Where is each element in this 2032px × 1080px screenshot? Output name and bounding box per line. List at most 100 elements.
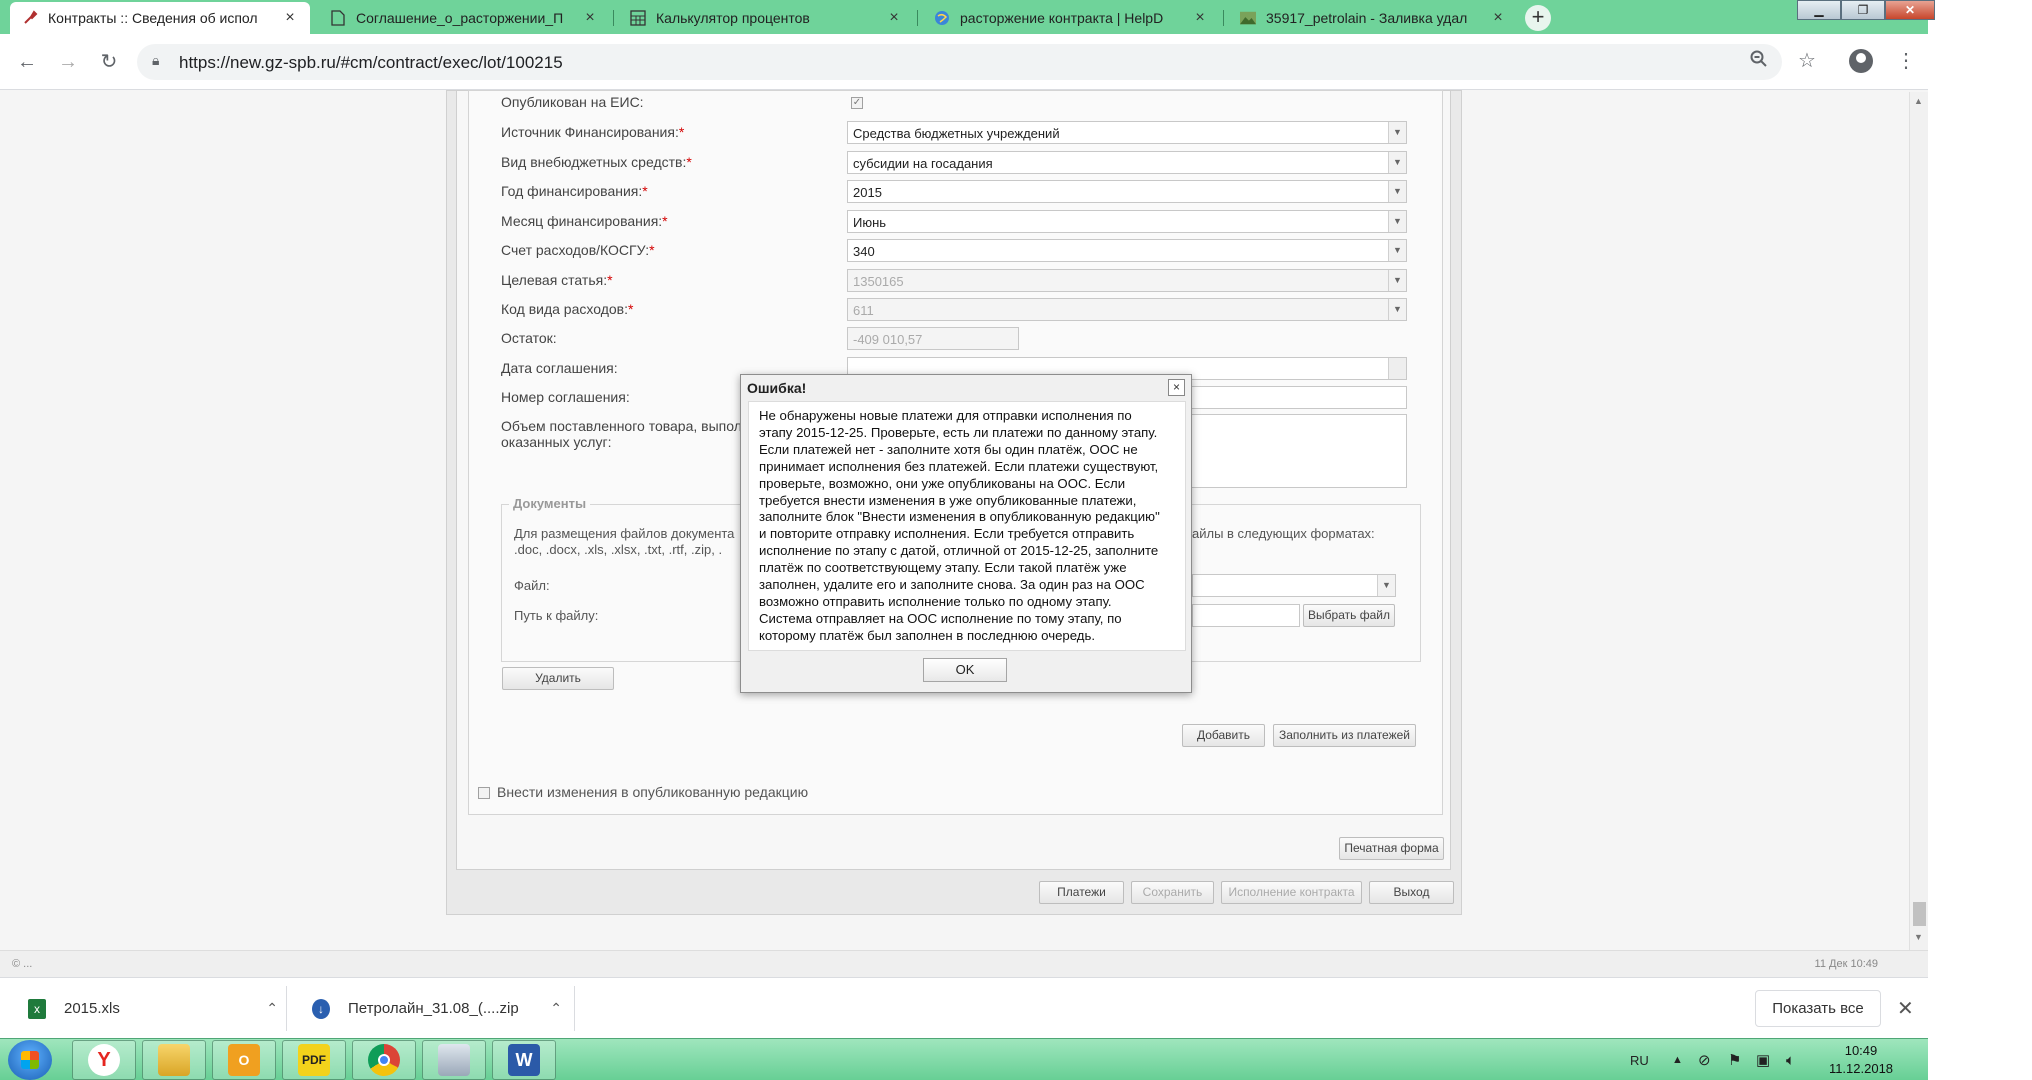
volume-icon[interactable]: 🔈︎	[1786, 1039, 1795, 1080]
chevron-up-icon[interactable]: ⌃	[266, 1000, 278, 1017]
message-line: исполнение по этапу с датой, отличной от…	[759, 543, 1159, 559]
document-icon	[330, 10, 346, 26]
print-form-button[interactable]: Печатная форма	[1339, 837, 1444, 860]
payments-button[interactable]: Платежи	[1039, 881, 1124, 904]
close-icon[interactable]: ×	[886, 9, 902, 27]
docs-help-text: Для размещения файлов документа	[514, 526, 735, 541]
message-line: платёж по соответствующему этапу. Если т…	[759, 560, 1127, 576]
start-button[interactable]	[8, 1040, 52, 1080]
tab-separator	[1223, 10, 1224, 26]
back-button[interactable]: ←	[13, 48, 41, 76]
yandex-browser-icon: Y	[88, 1044, 120, 1076]
funding-year-label: Год финансирования:*	[501, 183, 648, 199]
add-button[interactable]: Добавить	[1182, 724, 1265, 747]
extrabudget-type-select[interactable]: субсидии на госадания ▼	[847, 151, 1407, 174]
tab-helpdesk[interactable]: расторжение контракта | HelpD ×	[922, 2, 1220, 34]
funding-source-select[interactable]: Средства бюджетных учреждений ▼	[847, 121, 1407, 144]
chevron-up-icon[interactable]: ⌃	[550, 1000, 562, 1017]
url-text: https://new.gz-spb.ru/#cm/contract/exec/…	[179, 53, 563, 72]
account-avatar-icon[interactable]	[1849, 49, 1873, 73]
taskbar-clock[interactable]: 10:49 11.12.2018	[1824, 1042, 1898, 1078]
taskbar-app-outlook[interactable]: O	[212, 1040, 276, 1080]
tab-calculator[interactable]: Калькулятор процентов ×	[618, 2, 914, 34]
network-off-icon[interactable]: ⊘	[1698, 1039, 1711, 1080]
chevron-down-icon[interactable]: ▼	[1377, 575, 1395, 596]
download-name: 2015.xls	[64, 1000, 120, 1017]
published-checkbox: ✓	[851, 97, 863, 109]
documents-legend: Документы	[509, 496, 591, 511]
address-bar[interactable]: 🔒︎ https://new.gz-spb.ru/#cm/contract/ex…	[137, 44, 1782, 80]
taskbar-app-pdf[interactable]: PDF	[282, 1040, 346, 1080]
download-item-xls[interactable]: x 2015.xls ⌃	[28, 978, 278, 1039]
chevron-down-icon[interactable]: ▼	[1388, 211, 1406, 232]
chevron-down-icon[interactable]: ▼	[1388, 122, 1406, 143]
file-path-field[interactable]	[1192, 604, 1300, 627]
tab-contracts[interactable]: Контракты :: Сведения об испол ×	[10, 2, 310, 34]
message-line: и повторите отправку исполнения. Если тр…	[759, 526, 1135, 542]
funding-year-select[interactable]: 2015 ▼	[847, 180, 1407, 203]
close-icon[interactable]: ×	[1192, 9, 1208, 27]
maximize-button[interactable]: ❐	[1841, 0, 1885, 20]
path-label: Путь к файлу:	[514, 608, 599, 623]
choose-file-button[interactable]: Выбрать файл	[1303, 604, 1395, 627]
tab-petrolain[interactable]: 35917_petrolain - Заливка удал ×	[1228, 2, 1518, 34]
expense-account-select[interactable]: 340 ▼	[847, 239, 1407, 262]
taskbar-app-chrome[interactable]	[352, 1040, 416, 1080]
chevron-down-icon[interactable]: ▼	[1388, 181, 1406, 202]
taskbar-app-calculator[interactable]	[422, 1040, 486, 1080]
network-icon[interactable]: ▣	[1756, 1039, 1770, 1080]
excel-file-icon: x	[28, 998, 46, 1019]
dialog-message: Не обнаружены новые платежи для отправки…	[748, 401, 1186, 651]
scroll-up-icon[interactable]: ▲	[1914, 96, 1923, 106]
file-type-select[interactable]: ▼	[1192, 574, 1396, 597]
message-line: требуется внести изменения в уже опублик…	[759, 492, 1137, 508]
message-line: принимает исполнения без платежей. Если …	[759, 458, 1159, 474]
chevron-down-icon: ▼	[1388, 299, 1406, 320]
taskbar-app-word[interactable]: W	[492, 1040, 556, 1080]
minimize-button[interactable]: ▁	[1797, 0, 1841, 20]
expense-code-label: Код вида расходов:*	[501, 301, 634, 317]
new-tab-button[interactable]: +	[1525, 5, 1551, 31]
close-icon[interactable]: ✕	[1897, 996, 1914, 1021]
page-scrollbar[interactable]: ▲ ▼	[1909, 92, 1928, 952]
published-label: Опубликован на ЕИС:	[501, 94, 644, 110]
tray-language[interactable]: RU	[1630, 1039, 1649, 1080]
outlook-icon: O	[228, 1044, 260, 1076]
close-icon[interactable]: ×	[282, 9, 298, 27]
exit-button[interactable]: Выход	[1369, 881, 1454, 904]
chevron-down-icon[interactable]: ▼	[1388, 240, 1406, 261]
funding-month-select[interactable]: Июнь ▼	[847, 210, 1407, 233]
ok-button[interactable]: OK	[923, 658, 1007, 682]
download-item-zip[interactable]: ↓ Петролайн_31.08_(....zip ⌃	[312, 978, 562, 1039]
target-article-label: Целевая статья:*	[501, 272, 613, 288]
close-icon[interactable]: ×	[1490, 9, 1506, 27]
zoom-icon[interactable]	[1750, 50, 1768, 73]
window-close-button[interactable]: ✕	[1885, 0, 1935, 20]
scroll-down-icon[interactable]: ▼	[1914, 932, 1923, 942]
tray-expand-icon[interactable]: ▲	[1672, 1039, 1683, 1080]
amend-checkbox[interactable]	[478, 787, 490, 799]
save-button: Сохранить	[1131, 881, 1214, 904]
taskbar-app-explorer[interactable]	[142, 1040, 206, 1080]
bookmark-star-icon[interactable]: ☆	[1798, 48, 1816, 73]
tab-label: Соглашение_о_расторжении_П	[356, 10, 564, 26]
flag-icon[interactable]: ⚑	[1728, 1039, 1741, 1080]
show-all-downloads-button[interactable]: Показать все	[1755, 990, 1881, 1027]
message-line: заполните блок "Внести изменения в опубл…	[759, 509, 1160, 525]
message-line: заполнен, удалите его и заполните снова.…	[759, 577, 1145, 593]
calendar-icon[interactable]	[1388, 358, 1406, 379]
reload-button[interactable]: ↻	[95, 48, 123, 76]
agreement-number-label: Номер соглашения:	[501, 389, 630, 405]
close-icon[interactable]: ×	[582, 9, 598, 27]
tab-agreement[interactable]: Соглашение_о_расторжении_П ×	[318, 2, 610, 34]
delete-button[interactable]: Удалить	[502, 667, 614, 690]
fill-from-payments-button[interactable]: Заполнить из платежей	[1273, 724, 1416, 747]
browser-menu-icon[interactable]: ⋮	[1896, 48, 1916, 73]
dialog-close-button[interactable]: ×	[1168, 379, 1185, 396]
scroll-thumb[interactable]	[1913, 902, 1926, 926]
chevron-down-icon[interactable]: ▼	[1388, 152, 1406, 173]
forward-button[interactable]: →	[54, 48, 82, 76]
taskbar-app-yandex[interactable]: Y	[72, 1040, 136, 1080]
tab-separator	[917, 10, 918, 26]
chrome-icon	[368, 1044, 400, 1076]
